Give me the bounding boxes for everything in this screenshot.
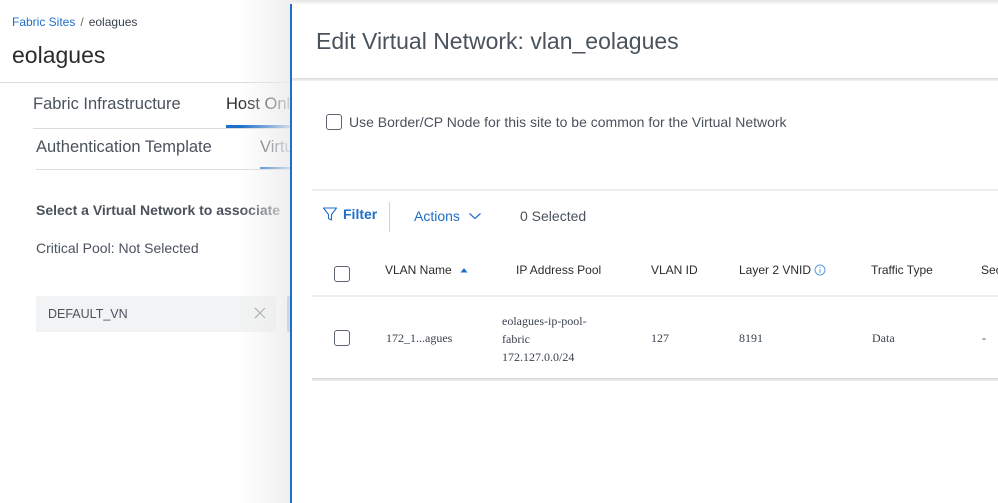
common-border-cp-option[interactable]: Use Border/CP Node for this site to be c… [326,114,787,130]
column-traffic-type-label: Traffic Type [871,263,933,277]
drawer-shadow [240,0,292,503]
column-traffic-type[interactable]: Traffic Type [871,263,933,277]
table-toolbar: Filter Actions 0 Selected [322,202,998,232]
select-vn-label: Select a Virtual Network to associate [36,202,281,218]
ip-pool-subnet: 172.127.0.0/24 [502,350,575,364]
selected-count: 0 Selected [520,208,587,224]
cell-traffic-type: Data [872,331,895,345]
column-vlan-id-label: VLAN ID [651,263,698,277]
ip-pool-name-line1: eolagues-ip-pool- [502,314,587,328]
cell-layer2-vnid: 8191 [739,331,763,345]
sort-ascending-icon [460,268,468,273]
tab-host-onboarding[interactable]: Host Onl [226,95,290,114]
tab-authentication-template[interactable]: Authentication Template [36,138,212,157]
breadcrumb-separator: / [80,15,84,29]
actions-dropdown[interactable]: Actions [414,208,482,224]
table-bottom-divider [312,378,998,381]
edit-virtual-network-drawer: Edit Virtual Network: vlan_eolagues Use … [290,4,998,503]
breadcrumb-fabric-sites[interactable]: Fabric Sites [12,15,75,29]
ip-pool-name-line2: fabric [502,332,530,346]
site-page: Fabric Sites / eolagues eolagues Fabric In… [0,0,292,503]
drawer-title: Edit Virtual Network: vlan_eolagues [316,28,679,54]
table-row[interactable]: 172_1...agues eolagues-ip-pool- fabric 1… [312,297,998,379]
common-border-cp-checkbox[interactable] [326,114,342,130]
breadcrumb: Fabric Sites / eolagues [12,15,137,29]
cell-ip-address-pool: eolagues-ip-pool- fabric 172.127.0.0/24 [502,312,587,366]
selected-vn-chip[interactable]: DEFAULT_VN [36,296,276,332]
column-vlan-name[interactable]: VLAN Name [385,263,468,277]
select-all-checkbox[interactable] [334,266,350,282]
row-checkbox[interactable] [334,330,350,346]
critical-pool-status: Critical Pool: Not Selected [36,240,199,256]
page-title: eolagues [12,42,106,68]
column-vlan-id[interactable]: VLAN ID [651,263,698,277]
selected-vn-label: DEFAULT_VN [48,307,128,321]
breadcrumb-current: eolagues [88,15,138,29]
common-border-cp-label: Use Border/CP Node for this site to be c… [349,114,787,130]
column-layer2-vnid[interactable]: Layer 2 VNID [739,263,826,277]
filter-icon [322,207,338,221]
table-header: VLAN Name IP Address Pool VLAN ID Layer … [312,252,998,296]
column-security[interactable]: Sec [981,263,998,277]
info-icon[interactable] [814,264,826,276]
chevron-down-icon [469,213,481,220]
toolbar-divider [312,189,998,191]
header-divider [0,82,292,83]
toolbar-separator [389,202,390,232]
cell-security: - [982,331,986,345]
filter-label: Filter [343,206,378,222]
tabs-divider [33,128,292,129]
filter-button[interactable]: Filter [322,206,377,222]
column-ip-address-pool[interactable]: IP Address Pool [516,263,601,277]
subtabs-divider [36,169,292,170]
tab-virtual-networks[interactable]: Virtu [260,138,292,157]
drawer-header-divider [292,78,998,81]
close-icon[interactable] [252,305,268,321]
cell-vlan-name: 172_1...agues [386,331,453,345]
cell-vlan-id: 127 [651,331,669,345]
column-ip-address-pool-label: IP Address Pool [516,263,602,277]
actions-label: Actions [414,208,460,224]
column-vlan-name-label: VLAN Name [385,263,452,277]
tab-fabric-infrastructure[interactable]: Fabric Infrastructure [33,95,181,114]
column-security-label: Sec [981,263,998,277]
column-layer2-vnid-label: Layer 2 VNID [739,263,812,277]
